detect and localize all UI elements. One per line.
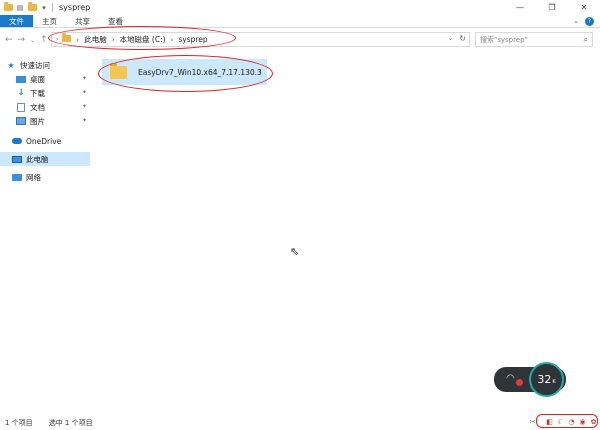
chevron-right-icon: › bbox=[170, 35, 174, 44]
navigation-buttons: ← → ⌄ ↑ bbox=[5, 35, 48, 45]
file-name: EasyDrv7_Win10.x64_7.17.130.3 bbox=[138, 67, 262, 77]
maximize-button[interactable]: ❐ bbox=[536, 0, 568, 15]
selection-count: 选中 1 个项目 bbox=[48, 419, 93, 427]
new-folder-icon[interactable] bbox=[27, 2, 37, 12]
picture-icon bbox=[16, 117, 26, 125]
breadcrumb-local-disk[interactable]: 本地磁盘 (C:) bbox=[120, 34, 166, 45]
download-icon: ↓ bbox=[17, 88, 25, 98]
nav-label: 图片 bbox=[30, 116, 45, 126]
address-bar[interactable]: › › 此电脑 › 本地磁盘 (C:) › sysprep ⌄ ↻ bbox=[51, 32, 470, 47]
breadcrumb-this-pc[interactable]: 此电脑 bbox=[84, 34, 107, 45]
breadcrumb-sysprep[interactable]: sysprep bbox=[178, 35, 207, 44]
pin-icon[interactable]: ✦ bbox=[82, 103, 87, 110]
item-count: 1 个项目 bbox=[5, 419, 33, 427]
status-bar: 1 个项目 选中 1 个项目 bbox=[0, 416, 600, 430]
pin-icon[interactable]: ✦ bbox=[82, 75, 87, 82]
cloud-icon bbox=[12, 137, 22, 145]
help-icon[interactable]: ? bbox=[585, 16, 594, 26]
network-icon bbox=[12, 173, 22, 181]
forward-arrow-icon[interactable]: → bbox=[18, 35, 26, 45]
speed-indicator[interactable]: 32 K bbox=[529, 362, 564, 397]
computer-icon bbox=[12, 155, 22, 163]
tab-file[interactable]: 文件 bbox=[0, 15, 33, 27]
minimize-button[interactable]: — bbox=[504, 0, 536, 15]
pin-icon[interactable]: ✦ bbox=[82, 89, 87, 96]
nav-desktop[interactable]: 桌面 ✦ bbox=[0, 72, 90, 86]
nav-this-pc[interactable]: 此电脑 bbox=[0, 152, 90, 166]
search-icon[interactable]: ⌕ bbox=[584, 35, 588, 45]
title-separator bbox=[52, 3, 53, 12]
up-arrow-icon[interactable]: ↑ bbox=[40, 35, 48, 45]
properties-icon[interactable]: ▤ bbox=[15, 3, 25, 12]
folder-icon bbox=[110, 62, 127, 79]
mouse-cursor-icon: ⇖ bbox=[290, 245, 300, 258]
navigation-pane: ★ 快速访问 桌面 ✦ ↓ 下载 ✦ 文档 ✦ 图片 ✦ OneDrive 此电… bbox=[0, 52, 90, 412]
document-icon bbox=[16, 102, 26, 112]
tab-view[interactable]: 查看 bbox=[99, 15, 132, 27]
file-list: EasyDrv7_Win10.x64_7.17.130.3 ⇖ bbox=[92, 52, 600, 412]
title-bar: ▤ ▾ sysprep — ❐ ✕ bbox=[0, 0, 600, 15]
list-item[interactable]: EasyDrv7_Win10.x64_7.17.130.3 bbox=[102, 59, 267, 85]
nav-label: 网络 bbox=[26, 172, 41, 182]
nav-label: 文档 bbox=[30, 102, 45, 112]
window-controls: — ❐ ✕ bbox=[504, 0, 600, 15]
ribbon-right-controls: ⌄ ? bbox=[573, 15, 600, 27]
refresh-icon[interactable]: ↻ bbox=[459, 34, 466, 43]
tray-frame bbox=[536, 414, 598, 428]
pin-icon[interactable]: ✦ bbox=[82, 117, 87, 124]
chevron-down-icon[interactable]: ⌄ bbox=[573, 17, 579, 25]
quick-access-toolbar: ▤ ▾ bbox=[3, 2, 49, 12]
nav-quick-access[interactable]: ★ 快速访问 bbox=[0, 58, 90, 72]
nav-downloads[interactable]: ↓ 下载 ✦ bbox=[0, 86, 90, 100]
back-arrow-icon[interactable]: ← bbox=[5, 35, 13, 45]
star-icon: ★ bbox=[7, 60, 15, 70]
speed-unit: K bbox=[552, 378, 556, 385]
nav-label: 桌面 bbox=[30, 74, 45, 84]
speed-value: 32 bbox=[537, 373, 552, 386]
folder-icon bbox=[62, 33, 72, 44]
nav-label: 此电脑 bbox=[26, 154, 49, 164]
nav-label: OneDrive bbox=[26, 136, 62, 146]
address-dropdown-icon[interactable]: ⌄ bbox=[448, 35, 453, 42]
ribbon-tabs: 文件 主页 共享 查看 ⌄ ? bbox=[0, 15, 600, 28]
search-input[interactable]: 搜索"sysprep" ⌕ bbox=[475, 32, 593, 47]
nav-label: 下载 bbox=[30, 88, 45, 98]
chevron-right-icon: › bbox=[111, 35, 115, 44]
nav-pictures[interactable]: 图片 ✦ bbox=[0, 114, 90, 128]
customize-toolbar-icon[interactable]: ▾ bbox=[39, 3, 49, 12]
window-title: sysprep bbox=[59, 3, 91, 12]
recent-locations-icon[interactable]: ⌄ bbox=[30, 37, 35, 44]
search-placeholder: 搜索"sysprep" bbox=[480, 35, 528, 44]
close-button[interactable]: ✕ bbox=[568, 0, 600, 15]
nav-onedrive[interactable]: OneDrive bbox=[0, 134, 90, 148]
nav-label: 快速访问 bbox=[20, 60, 50, 70]
desktop-icon bbox=[16, 75, 26, 83]
wifi-icon: ◠ bbox=[506, 373, 515, 384]
chevron-right-icon: › bbox=[76, 35, 80, 44]
nav-network[interactable]: 网络 bbox=[0, 170, 90, 184]
tab-home[interactable]: 主页 bbox=[33, 15, 66, 27]
tab-share[interactable]: 共享 bbox=[66, 15, 99, 27]
folder-icon bbox=[3, 2, 13, 12]
chevron-right-icon: › bbox=[56, 36, 59, 43]
blocked-icon bbox=[516, 379, 523, 386]
explorer-window: ▤ ▾ sysprep — ❐ ✕ 文件 主页 共享 查看 ⌄ ? ← → ⌄ … bbox=[0, 0, 600, 430]
nav-documents[interactable]: 文档 ✦ bbox=[0, 100, 90, 114]
address-row: ← → ⌄ ↑ › › 此电脑 › 本地磁盘 (C:) › sysprep ⌄ … bbox=[0, 31, 600, 49]
